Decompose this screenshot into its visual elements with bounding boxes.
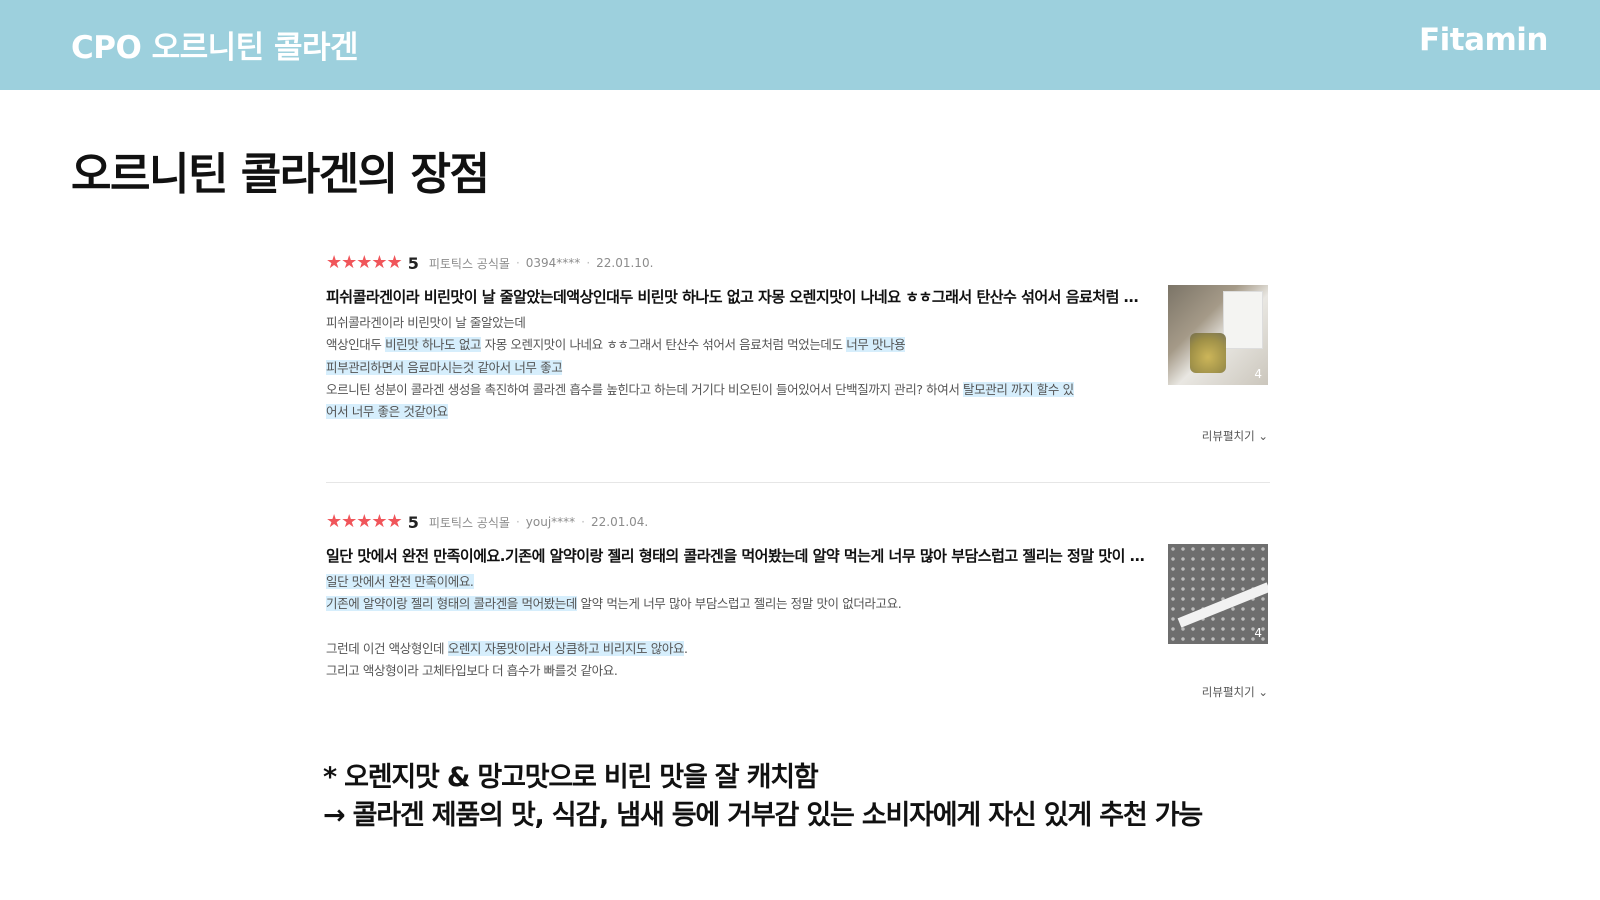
expand-review-label: 리뷰펼치기: [1201, 685, 1255, 699]
review-headline: 일단 맛에서 완전 만족이에요.기존에 알약이랑 젤리 형태의 콜라겐을 먹어봤…: [326, 547, 1148, 565]
review-user: youj****: [525, 515, 576, 529]
review-date: 22.01.10.: [596, 256, 654, 270]
star-rating-icon: ★★★★★: [326, 511, 403, 532]
chevron-down-icon: ⌄: [1258, 429, 1268, 443]
review-text: 액상인대두: [326, 337, 386, 353]
review-store: 피토틱스 공식몰: [428, 515, 510, 530]
review-highlight: 비린맛 하나도 없고: [385, 337, 482, 353]
review-text: 알약 먹는게 너무 많아 부담스럽고 젤리는 정말 맛이 없더라고요.: [576, 596, 902, 612]
review-photo-thumbnail[interactable]: 4: [1168, 285, 1268, 385]
takeaway-line-1: * 오렌지맛 & 망고맛으로 비린 맛을 잘 캐치함: [323, 762, 819, 793]
photo-count: 4: [1254, 367, 1262, 381]
meta-separator: ·: [581, 515, 585, 529]
star-rating-icon: ★★★★★: [326, 252, 403, 273]
review-text: 그런데 이건 액상형인데: [326, 640, 448, 656]
product-box-image: [1223, 291, 1263, 349]
review-photo-thumbnail[interactable]: 4: [1168, 544, 1268, 644]
review-line: 그리고 액상형이라 고체타입보다 더 흡수가 빠를것 같아요.: [326, 660, 1148, 682]
review-line: 어서 너무 좋은 것같아요: [326, 401, 1148, 423]
meta-separator: ·: [515, 256, 520, 270]
review-line: 피부관리하면서 음료마시는것 같아서 너무 좋고: [326, 357, 1148, 379]
review-text: 자몽 오렌지맛이 나네요 ㅎㅎ그래서 탄산수 섞어서 음료처럼 먹었는데도: [481, 337, 847, 353]
brand-logo: Fitamin: [1418, 22, 1549, 58]
review-text: .: [684, 640, 688, 656]
chevron-down-icon: ⌄: [1258, 685, 1268, 699]
page-title: 오르니틴 콜라겐의 장점: [71, 149, 490, 200]
review-line: 오르니틴 성분이 콜라겐 생성을 촉진하여 콜라겐 흡수를 높힌다고 하는데 거…: [326, 379, 1148, 401]
takeaway-note: * 오렌지맛 & 망고맛으로 비린 맛을 잘 캐치함 → 콜라겐 제품의 맛, …: [323, 759, 1203, 835]
review-highlight: 오렌지 자몽맛이라서 상큼하고 비리지도 않아요: [447, 640, 685, 656]
drink-glass-image: [1190, 333, 1226, 373]
review-line: 일단 맛에서 완전 만족이에요.: [326, 571, 1148, 593]
expand-review-button[interactable]: 리뷰펼치기 ⌄: [1202, 428, 1268, 444]
photo-count: 4: [1254, 626, 1262, 640]
review-highlight: 탈모관리 까지 할수 있: [963, 381, 1074, 397]
review-line: 그런데 이건 액상형인데 오렌지 자몽맛이라서 상큼하고 비리지도 않아요.: [326, 638, 1148, 660]
review-headline: 피쉬콜라겐이라 비린맛이 날 줄알았는데액상인대두 비린맛 하나도 없고 자몽 …: [326, 288, 1148, 306]
review-highlight: 어서 너무 좋은 것같아요: [326, 404, 448, 420]
review-highlight: 기존에 알약이랑 젤리 형태의 콜라겐을 먹어봤는데: [326, 596, 577, 612]
review-text: 피쉬콜라겐이라 비린맛이 날 줄알았는데: [326, 315, 526, 330]
review-meta: ★★★★★ 5 피토틱스 공식몰 · youj**** · 22.01.04.: [326, 509, 1270, 535]
review-store: 피토틱스 공식몰: [428, 256, 510, 271]
review-highlight: 너무 맛나용: [846, 337, 906, 353]
expand-review-label: 리뷰펼치기: [1201, 429, 1255, 443]
review-score: 5: [407, 253, 419, 273]
review-line: 피쉬콜라겐이라 비린맛이 날 줄알았는데: [326, 312, 1148, 334]
review-card: ★★★★★ 5 피토틱스 공식몰 · 0394**** · 22.01.10. …: [326, 250, 1270, 443]
review-date: 22.01.04.: [590, 515, 649, 529]
review-meta: ★★★★★ 5 피토틱스 공식몰 · 0394**** · 22.01.10.: [326, 250, 1270, 276]
review-card: ★★★★★ 5 피토틱스 공식몰 · youj**** · 22.01.04. …: [326, 509, 1270, 699]
review-line: 액상인대두 비린맛 하나도 없고 자몽 오렌지맛이 나네요 ㅎㅎ그래서 탄산수 …: [326, 334, 1148, 356]
header-bar: CPO 오르니틴 콜라겐 Fitamin: [0, 0, 1600, 90]
review-blank-line: [326, 616, 1148, 638]
header-title: CPO 오르니틴 콜라겐: [71, 30, 359, 66]
review-highlight: 피부관리하면서 음료마시는것 같아서 너무 좋고: [326, 359, 563, 375]
review-text: 오르니틴 성분이 콜라겐 생성을 촉진하여 콜라겐 흡수를 높힌다고 하는데 거…: [326, 381, 964, 397]
review-line: 기존에 알약이랑 젤리 형태의 콜라겐을 먹어봤는데 알약 먹는게 너무 많아 …: [326, 593, 1148, 615]
takeaway-line-2: → 콜라겐 제품의 맛, 식감, 냄새 등에 거부감 있는 소비자에게 자신 있…: [323, 800, 1203, 831]
review-user: 0394****: [525, 256, 581, 270]
review-divider: [326, 482, 1270, 483]
review-body: 일단 맛에서 완전 만족이에요. 기존에 알약이랑 젤리 형태의 콜라겐을 먹어…: [326, 571, 1148, 682]
meta-separator: ·: [586, 256, 591, 270]
review-text: 그리고 액상형이라 고체타입보다 더 흡수가 빠를것 같아요.: [326, 663, 618, 679]
review-body: 피쉬콜라겐이라 비린맛이 날 줄알았는데 액상인대두 비린맛 하나도 없고 자몽…: [326, 312, 1148, 423]
review-highlight: 일단 맛에서 완전 만족이에요.: [326, 574, 474, 589]
review-score: 5: [407, 512, 419, 532]
expand-review-button[interactable]: 리뷰펼치기 ⌄: [1202, 684, 1268, 700]
collagen-stick-image: [1177, 582, 1268, 628]
meta-separator: ·: [515, 515, 520, 529]
